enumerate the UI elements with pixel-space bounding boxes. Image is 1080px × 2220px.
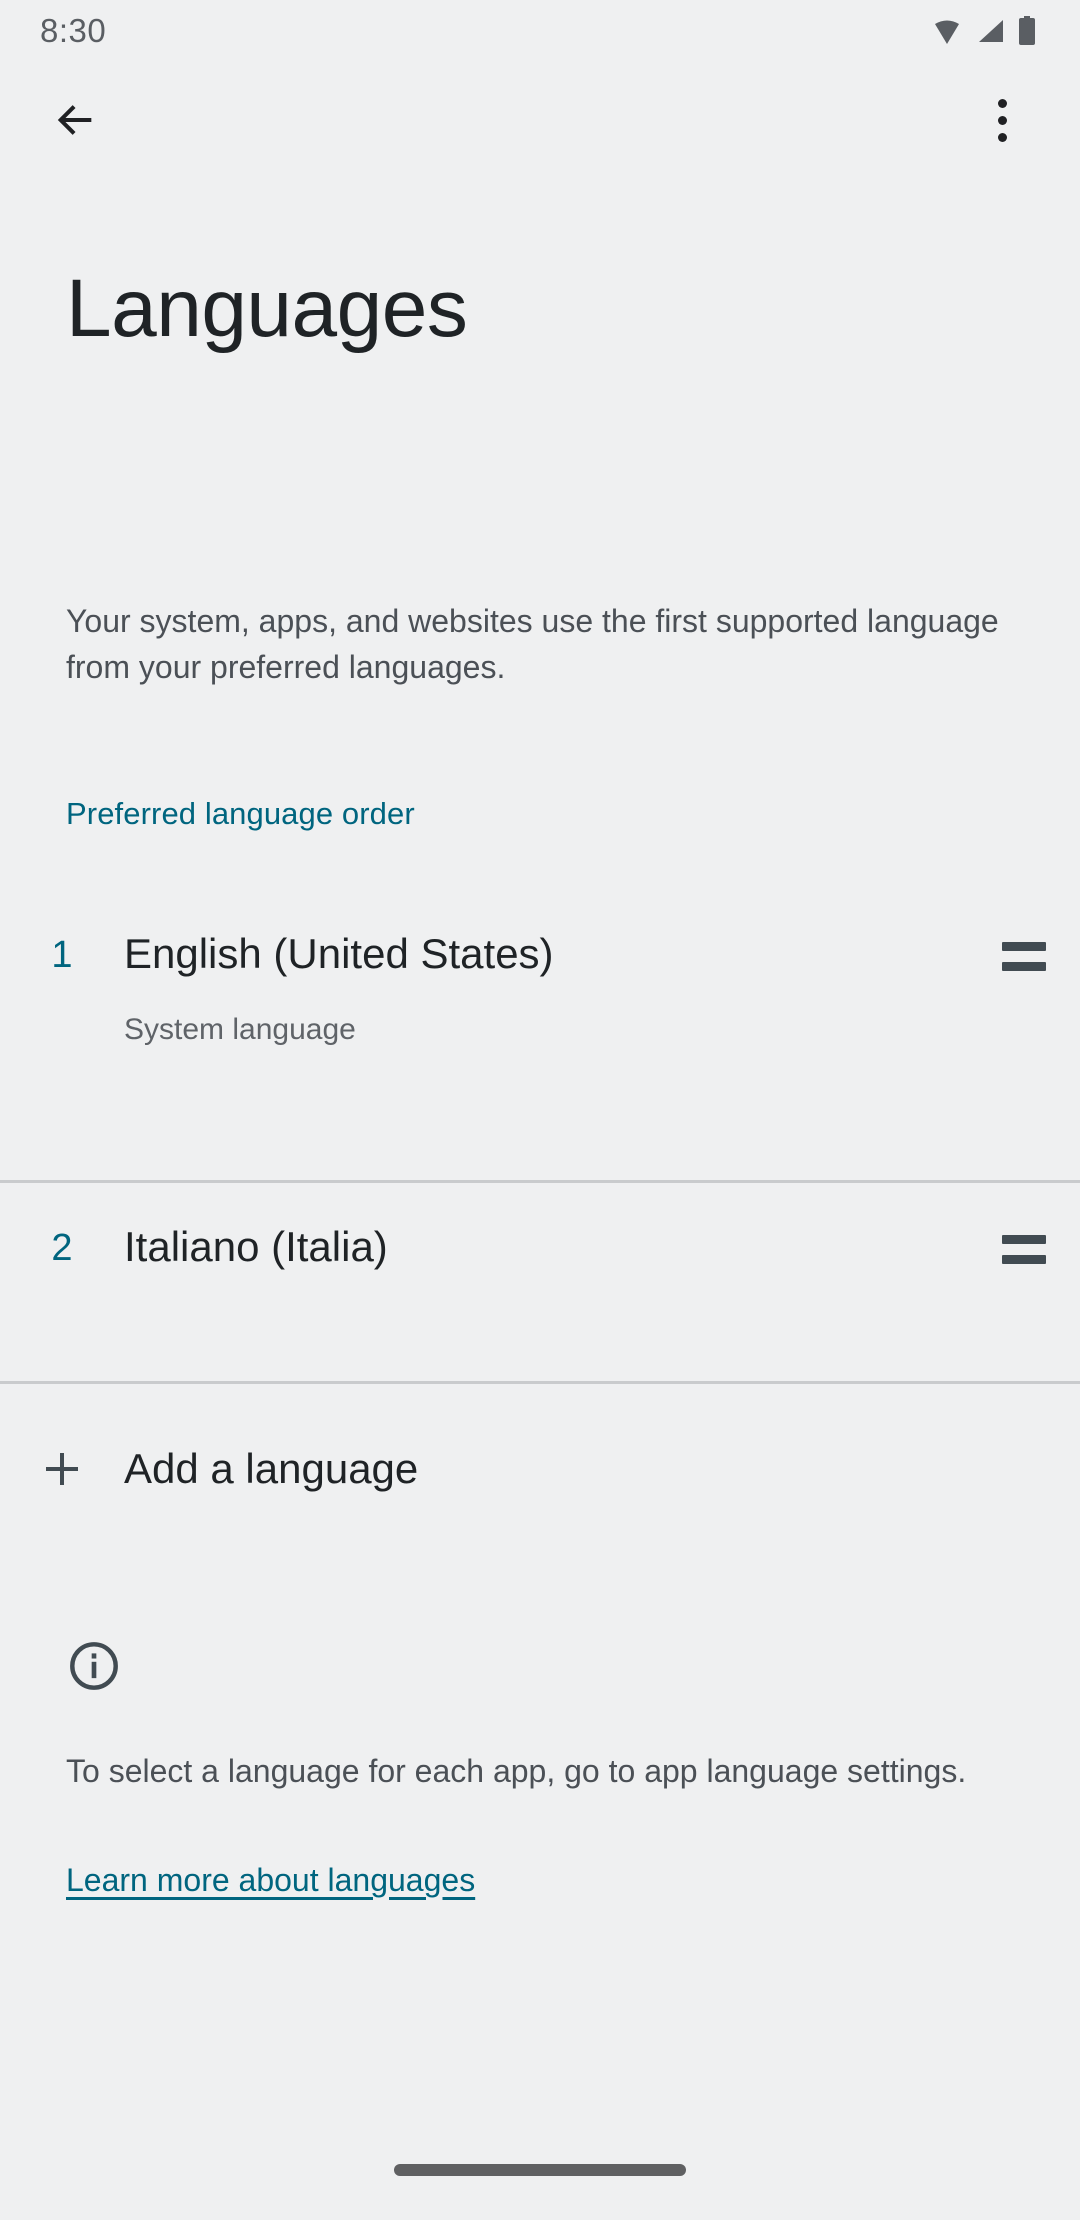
language-subtitle: System language: [124, 1013, 356, 1047]
language-row[interactable]: 2 Italiano (Italia): [0, 1183, 1080, 1381]
language-order-number: 1: [51, 934, 73, 976]
info-icon: [66, 1638, 122, 1694]
language-order-number: 2: [51, 1227, 73, 1269]
footer-description: To select a language for each app, go to…: [66, 1753, 967, 1789]
status-icons: [932, 16, 1036, 46]
home-gesture-pill[interactable]: [394, 2164, 686, 2176]
more-options-icon: [997, 115, 1007, 125]
plus-icon: [0, 1445, 124, 1493]
more-options-button[interactable]: [968, 86, 1036, 154]
page-title: Languages: [66, 263, 468, 354]
language-row-body: Italiano (Italia): [124, 1183, 968, 1270]
drag-handle-icon[interactable]: [968, 1183, 1080, 1264]
more-options-icon: [997, 98, 1007, 108]
language-row[interactable]: 1 English (United States) System languag…: [0, 890, 1080, 1180]
status-clock: 8:30: [40, 12, 107, 49]
signal-icon: [975, 18, 1005, 44]
page-description: Your system, apps, and websites use the …: [66, 603, 999, 685]
wifi-icon: [932, 18, 962, 44]
language-row-body: English (United States) System language: [124, 890, 968, 1047]
add-language-label: Add a language: [124, 1445, 419, 1492]
section-header-preferred-language-order: Preferred language order: [66, 796, 415, 831]
add-language-button[interactable]: Add a language: [0, 1380, 1080, 1558]
back-button[interactable]: [42, 86, 110, 154]
status-bar: 8:30: [0, 0, 1080, 62]
drag-handle-icon[interactable]: [968, 890, 1080, 971]
app-bar: [0, 62, 1080, 178]
back-arrow-icon: [53, 97, 99, 143]
more-options-icon: [997, 132, 1007, 142]
preferred-language-list: 1 English (United States) System languag…: [0, 890, 1080, 1384]
language-name: Italiano (Italia): [124, 1223, 388, 1270]
language-name: English (United States): [124, 930, 554, 977]
battery-icon: [1018, 16, 1036, 46]
learn-more-link[interactable]: Learn more about languages: [66, 1862, 475, 1899]
